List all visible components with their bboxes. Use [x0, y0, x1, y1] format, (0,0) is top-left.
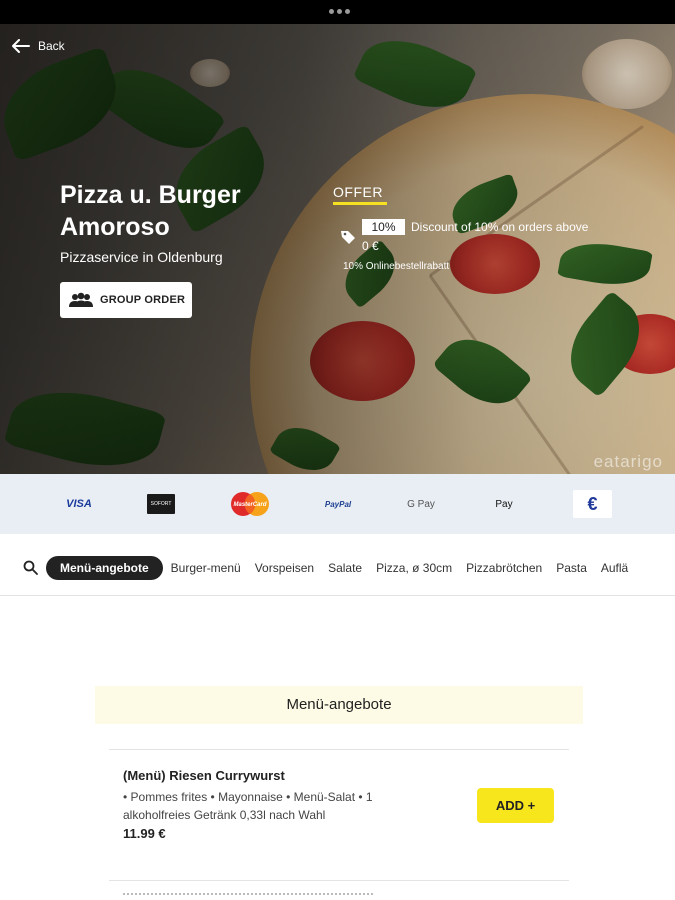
google-pay-logo: G Pay [407, 498, 435, 510]
tab-pizzabroetchen[interactable]: Pizzabrötchen [466, 556, 542, 580]
tab-auflaeufe[interactable]: Auflä [601, 556, 628, 580]
svg-text:MasterCard: MasterCard [233, 502, 266, 508]
hero-watermark: eatarigo [593, 452, 663, 471]
restaurant-subtitle: Pizzaservice in Oldenburg [60, 249, 223, 265]
tab-pasta[interactable]: Pasta [556, 556, 587, 580]
price-tag-icon [341, 231, 355, 244]
item-divider [109, 880, 569, 881]
discount-percent-badge: 10% [362, 219, 405, 235]
discount-description: Discount of 10% on orders above [411, 220, 589, 234]
category-tabs: Menü-angebote Burger-menü Vorspeisen Sal… [46, 556, 642, 580]
offer-heading: OFFER [333, 184, 383, 200]
next-item-peek [123, 893, 373, 900]
item-name: (Menü) Riesen Currywurst [123, 768, 285, 783]
cash-euro-icon: € [573, 490, 612, 518]
paypal-logo: PayPal [324, 499, 352, 509]
hero-banner: eatarigo Back Pizza u. Burger Amoroso Pi… [0, 24, 675, 474]
status-bar [0, 0, 675, 24]
tab-vorspeisen[interactable]: Vorspeisen [255, 556, 314, 580]
tab-menu-angebote[interactable]: Menü-angebote [46, 556, 163, 580]
group-people-icon [69, 292, 93, 307]
multitasking-dots-icon[interactable] [329, 9, 350, 14]
mastercard-logo: MasterCard [229, 492, 271, 516]
apple-pay-logo: Pay [495, 498, 513, 510]
discount-threshold: 0 € [362, 239, 379, 253]
add-item-button[interactable]: ADD + [477, 788, 554, 823]
category-nav: Menü-angebote Burger-menü Vorspeisen Sal… [0, 534, 675, 596]
group-order-button[interactable]: GROUP ORDER [60, 282, 192, 318]
back-arrow-icon [12, 39, 30, 53]
tab-burger-menu[interactable]: Burger-menü [171, 556, 241, 580]
payment-methods-bar: VISA SOFORT MasterCard PayPal G Pay Pay … [0, 474, 675, 534]
item-price: 11.99 € [123, 826, 166, 841]
sofort-logo: SOFORT [147, 494, 175, 514]
tab-pizza[interactable]: Pizza, ø 30cm [376, 556, 452, 580]
tab-salate[interactable]: Salate [328, 556, 362, 580]
offer-underline [333, 202, 387, 205]
section-title: Menü-angebote [95, 686, 583, 724]
back-button[interactable]: Back [12, 39, 65, 53]
discount-name: 10% Onlinebestellrabatt [343, 261, 450, 272]
back-label: Back [38, 39, 65, 53]
item-description: • Pommes frites • Mayonnaise • Menü-Sala… [123, 790, 373, 822]
search-icon[interactable] [23, 560, 38, 575]
restaurant-name: Pizza u. Burger Amoroso [60, 181, 241, 241]
item-divider [109, 749, 569, 750]
visa-logo: VISA [66, 498, 92, 510]
group-order-label: GROUP ORDER [100, 294, 186, 306]
